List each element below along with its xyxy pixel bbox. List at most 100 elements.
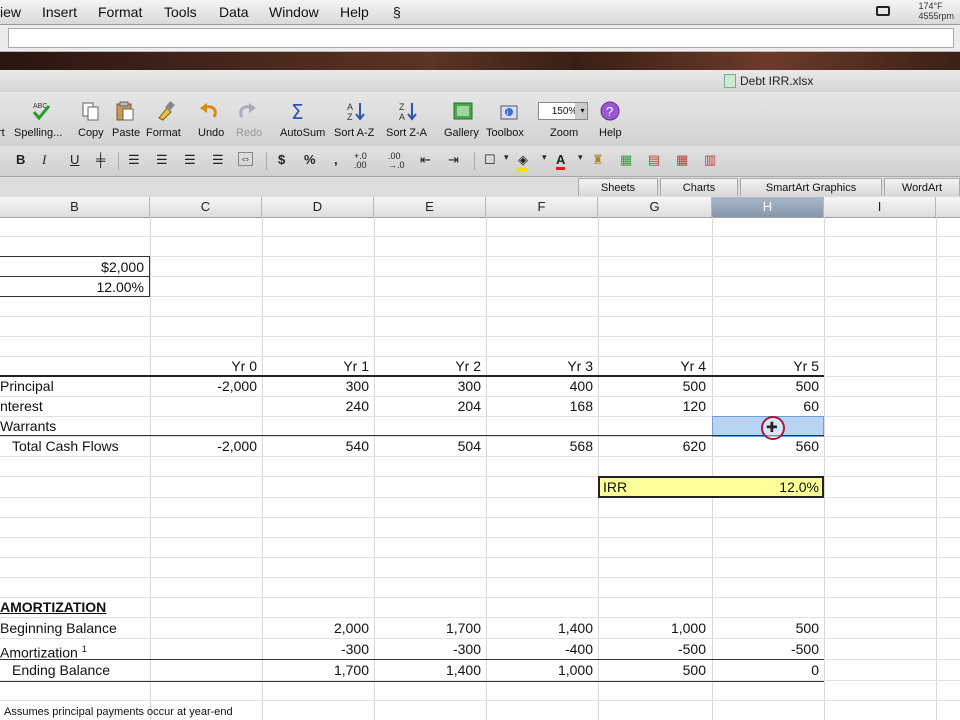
year-header[interactable]: Yr 3 [486, 356, 593, 376]
cell-value[interactable]: 620 [598, 436, 706, 456]
insert-column-icon[interactable]: ▥ [704, 152, 716, 168]
align-right-icon[interactable]: ☰ [184, 152, 196, 168]
cell-value[interactable] [150, 396, 257, 416]
row-label-warrants[interactable]: Warrants [0, 416, 56, 436]
align-left-icon[interactable]: ☰ [128, 152, 140, 168]
decrease-decimal-button[interactable]: .00 →.0 [388, 152, 414, 170]
row-label-interest[interactable]: nterest [0, 396, 43, 416]
irr-label[interactable]: IRR [603, 477, 627, 497]
cell-value[interactable]: 300 [374, 376, 481, 396]
cell-value[interactable]: 2,000 [262, 618, 369, 638]
script-icon[interactable]: § [393, 4, 401, 20]
cell-value[interactable]: 400 [486, 376, 593, 396]
cell-value[interactable]: -300 [262, 639, 369, 659]
cell-value[interactable]: 204 [374, 396, 481, 416]
table-style-icon[interactable]: ▦ [620, 152, 632, 168]
percent-button[interactable]: % [304, 152, 316, 167]
cell-value[interactable]: -2,000 [150, 436, 257, 456]
column-header-d[interactable]: D [262, 197, 374, 217]
cell-value[interactable]: 120 [598, 396, 706, 416]
cell-value[interactable]: 0 [712, 660, 819, 680]
cell-value[interactable]: -500 [598, 639, 706, 659]
year-header[interactable]: Yr 0 [150, 356, 257, 376]
column-header-c[interactable]: C [150, 197, 262, 217]
cell-value[interactable]: 504 [374, 436, 481, 456]
menu-format[interactable]: Format [98, 4, 142, 20]
menu-tools[interactable]: Tools [164, 4, 197, 20]
year-header[interactable]: Yr 1 [262, 356, 369, 376]
row-label-beginning-balance[interactable]: Beginning Balance [0, 618, 117, 638]
menu-view[interactable]: iew [0, 4, 21, 20]
chevron-down-icon[interactable]: ▾ [542, 152, 547, 163]
cell-value[interactable]: 568 [486, 436, 593, 456]
row-label-amortization[interactable]: Amortization 1 [0, 639, 87, 661]
font-color-button[interactable]: A [556, 152, 566, 170]
row-label-ending-balance[interactable]: Ending Balance [12, 660, 110, 680]
formula-input[interactable] [8, 28, 954, 48]
cell-value[interactable]: 500 [712, 376, 819, 396]
cell-value[interactable]: -2,000 [150, 376, 257, 396]
year-header[interactable]: Yr 4 [598, 356, 706, 376]
row-label-total-cash-flows[interactable]: Total Cash Flows [12, 436, 119, 456]
menu-help[interactable]: Help [340, 4, 369, 20]
column-header-e[interactable]: E [374, 197, 486, 217]
row-label-principal[interactable]: Principal [0, 376, 54, 396]
cell-value[interactable]: -400 [486, 639, 593, 659]
zoom-select[interactable]: 150% ▾ [538, 102, 588, 120]
fill-color-icon[interactable]: ◈ [518, 152, 528, 171]
cell-value[interactable]: 168 [486, 396, 593, 416]
amortization-title[interactable]: AMORTIZATION [0, 597, 106, 617]
bold-button[interactable]: B [16, 152, 25, 167]
tab-smartart-graphics[interactable]: SmartArt Graphics [740, 178, 882, 196]
cell-value[interactable]: 1,700 [374, 618, 481, 638]
cell-value[interactable]: -300 [374, 639, 481, 659]
year-header[interactable]: Yr 2 [374, 356, 481, 376]
currency-button[interactable]: $ [278, 152, 285, 167]
irr-value[interactable]: 12.0% [712, 477, 819, 497]
insert-row-icon[interactable]: ▤ [648, 152, 660, 168]
menu-window[interactable]: Window [269, 4, 319, 20]
chevron-down-icon[interactable]: ▾ [578, 152, 583, 163]
tab-charts[interactable]: Charts [660, 178, 738, 196]
cell-value[interactable]: -500 [712, 639, 819, 659]
conditional-format-icon[interactable]: ♜ [592, 152, 604, 168]
cell-value[interactable]: 240 [262, 396, 369, 416]
cell-b-rate[interactable]: 12.00% [0, 277, 144, 297]
video-camera-icon[interactable] [876, 6, 890, 16]
cell-value[interactable]: 1,000 [486, 660, 593, 680]
cell-value[interactable]: 300 [262, 376, 369, 396]
comma-button[interactable]: , [334, 152, 338, 167]
cell-value[interactable]: 1,700 [262, 660, 369, 680]
chevron-down-icon[interactable]: ▾ [504, 152, 509, 163]
cell-value[interactable]: 1,400 [374, 660, 481, 680]
column-header-i[interactable]: I [824, 197, 936, 217]
borders-icon[interactable]: ☐ [484, 152, 496, 168]
chevron-down-icon[interactable]: ▾ [575, 103, 587, 119]
cell-value[interactable]: 560 [712, 436, 819, 456]
cell-value[interactable]: 500 [712, 618, 819, 638]
tab-wordart[interactable]: WordArt [884, 178, 960, 196]
delete-row-icon[interactable]: ▦ [676, 152, 688, 168]
cell-value[interactable]: 540 [262, 436, 369, 456]
cell-value[interactable]: 500 [598, 376, 706, 396]
increase-decimal-button[interactable]: +.0 .00 [354, 152, 380, 170]
underline-button[interactable]: U [70, 152, 79, 167]
strikethrough-icon[interactable]: ╪ [96, 152, 105, 167]
worksheet-grid[interactable]: $2,000 12.00% Yr 0 Yr 1 Yr 2 Yr 3 Yr 4 Y… [0, 217, 960, 720]
cell-b-amount[interactable]: $2,000 [0, 257, 144, 277]
cell-value[interactable]: 1,000 [598, 618, 706, 638]
column-header-h[interactable]: H [712, 197, 824, 217]
decrease-indent-icon[interactable]: ⇤ [420, 152, 431, 168]
menu-insert[interactable]: Insert [42, 4, 77, 20]
column-header-b[interactable]: B [0, 197, 150, 217]
menu-data[interactable]: Data [219, 4, 249, 20]
tab-sheets[interactable]: Sheets [578, 178, 658, 196]
merge-cells-icon[interactable]: ⇔ [238, 152, 253, 166]
align-center-icon[interactable]: ☰ [156, 152, 168, 168]
year-header[interactable]: Yr 5 [712, 356, 819, 376]
increase-indent-icon[interactable]: ⇥ [448, 152, 459, 168]
cell-value[interactable]: 1,400 [486, 618, 593, 638]
cell-value[interactable]: 60 [712, 396, 819, 416]
column-header-g[interactable]: G [598, 197, 712, 217]
italic-button[interactable]: I [42, 152, 46, 168]
